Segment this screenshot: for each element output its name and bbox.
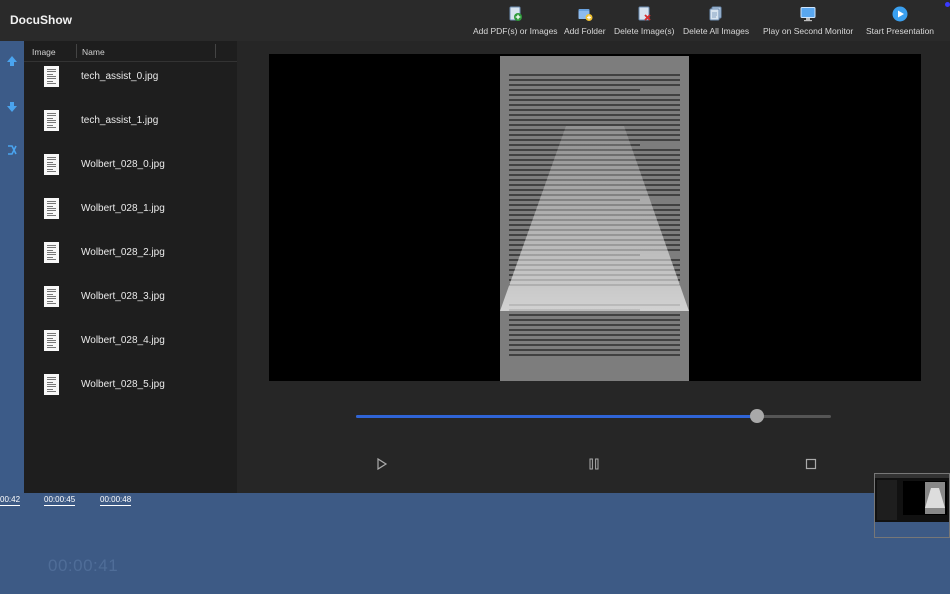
delete-all-label: Delete All Images <box>683 26 750 36</box>
image-list-panel: Image Name tech_assist_0.jpg tech_assist_… <box>24 41 237 493</box>
projector-beam <box>500 126 689 311</box>
list-item[interactable]: Wolbert_028_2.jpg <box>24 238 237 282</box>
add-pdf-label: Add PDF(s) or Images <box>473 26 558 36</box>
list-item[interactable]: tech_assist_1.jpg <box>24 106 237 150</box>
add-pdf-button[interactable]: Add PDF(s) or Images <box>473 6 558 36</box>
window-thumbnail-preview[interactable] <box>874 473 950 538</box>
image-thumbnail <box>44 154 59 175</box>
move-up-icon[interactable] <box>4 53 20 69</box>
add-folder-icon <box>577 6 593 22</box>
main-area <box>237 41 950 493</box>
add-file-icon <box>507 6 523 22</box>
app-title: DocuShow <box>10 13 72 27</box>
list-item[interactable]: Wolbert_028_5.jpg <box>24 370 237 414</box>
image-thumbnail <box>44 110 59 131</box>
list-item[interactable]: Wolbert_028_0.jpg <box>24 150 237 194</box>
document-page-preview <box>500 56 689 381</box>
delete-images-button[interactable]: Delete Image(s) <box>614 6 674 36</box>
delete-images-label: Delete Image(s) <box>614 26 675 36</box>
preview-viewer <box>269 54 921 381</box>
list-item[interactable]: Wolbert_028_3.jpg <box>24 282 237 326</box>
image-thumbnail <box>44 286 59 307</box>
shuffle-icon[interactable] <box>4 142 20 158</box>
toolbar: DocuShow Add PDF(s) or Images Add Folder <box>0 0 950 42</box>
image-list: tech_assist_0.jpg tech_assist_1.jpg Wolber… <box>24 62 237 414</box>
file-name: Wolbert_028_4.jpg <box>81 335 165 346</box>
play-circle-icon <box>892 6 908 22</box>
list-item[interactable]: Wolbert_028_4.jpg <box>24 326 237 370</box>
image-thumbnail <box>44 374 59 395</box>
column-header-name[interactable]: Name <box>82 47 105 57</box>
timeline-label: 00:00:48 <box>100 495 132 506</box>
delete-image-icon <box>636 6 652 22</box>
list-item[interactable]: Wolbert_028_1.jpg <box>24 194 237 238</box>
second-monitor-label: Play on Second Monitor <box>763 26 854 36</box>
start-presentation-button[interactable]: Start Presentation <box>866 6 934 36</box>
timeline-ruler: 00:42 00:00:45 00:00:48 <box>0 495 237 507</box>
image-thumbnail <box>44 66 59 87</box>
current-timecode: 00:00:41 <box>48 556 119 575</box>
timeline-label: 00:42 <box>0 495 21 506</box>
slider-fill <box>356 415 758 418</box>
stop-button[interactable] <box>804 457 818 471</box>
second-monitor-button[interactable]: Play on Second Monitor <box>763 6 853 36</box>
file-name: Wolbert_028_5.jpg <box>81 379 165 390</box>
file-name: tech_assist_1.jpg <box>81 115 159 126</box>
delete-all-icon <box>708 6 724 22</box>
move-down-icon[interactable] <box>4 99 20 115</box>
file-name: Wolbert_028_3.jpg <box>81 291 165 302</box>
list-header: Image Name <box>24 41 237 62</box>
file-name: Wolbert_028_0.jpg <box>81 159 165 170</box>
monitor-icon <box>800 6 816 22</box>
file-name: Wolbert_028_1.jpg <box>81 203 165 214</box>
timeline-label: 00:00:45 <box>44 495 76 506</box>
list-item[interactable]: tech_assist_0.jpg <box>24 62 237 106</box>
playback-slider[interactable] <box>356 409 831 423</box>
file-name: Wolbert_028_2.jpg <box>81 247 165 258</box>
image-thumbnail <box>44 198 59 219</box>
image-thumbnail <box>44 330 59 351</box>
image-thumbnail <box>44 242 59 263</box>
add-folder-label: Add Folder <box>564 26 606 36</box>
add-folder-button[interactable]: Add Folder <box>564 6 606 36</box>
column-header-image[interactable]: Image <box>32 47 56 57</box>
delete-all-button[interactable]: Delete All Images <box>683 6 749 36</box>
notification-dot <box>945 2 950 7</box>
play-button[interactable] <box>375 457 389 471</box>
start-presentation-label: Start Presentation <box>866 26 935 36</box>
slider-thumb[interactable] <box>750 409 765 423</box>
pause-button[interactable] <box>587 457 601 471</box>
file-name: tech_assist_0.jpg <box>81 71 159 82</box>
side-toolstrip <box>0 41 24 493</box>
